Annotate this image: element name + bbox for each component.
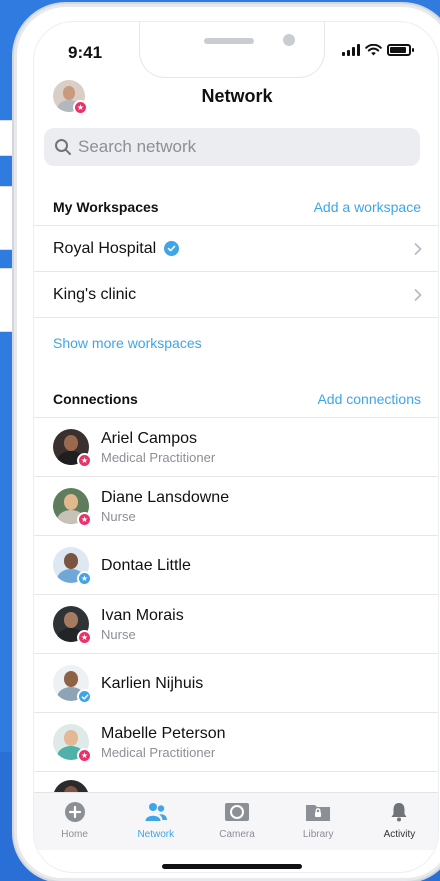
status-icons	[342, 44, 414, 56]
show-more-workspaces-link[interactable]: Show more workspaces	[53, 335, 202, 351]
tab-activity[interactable]: Activity	[359, 793, 438, 850]
workspace-row-kings-clinic[interactable]: King's clinic	[34, 272, 438, 318]
workspaces-label: My Workspaces	[53, 198, 159, 215]
search-icon	[55, 139, 71, 155]
connection-row[interactable]: ★ Ariel Campos Medical Practitioner	[34, 418, 438, 477]
avatar: ★	[53, 547, 92, 586]
plus-circle-icon	[64, 802, 85, 822]
workspaces-header: My Workspaces Add a workspace	[34, 188, 438, 226]
people-icon	[145, 803, 167, 821]
bell-icon	[391, 803, 407, 822]
wifi-icon	[365, 44, 382, 56]
star-badge-icon: ★	[77, 512, 92, 527]
connections-header: Connections Add connections	[34, 380, 438, 418]
connection-name: Mabelle Peterson	[101, 724, 226, 742]
connection-text: Dontae Little	[101, 557, 191, 575]
connections-label: Connections	[53, 390, 138, 407]
connection-role: Nurse	[101, 626, 136, 642]
connection-name: Karlien Nijhuis	[101, 675, 204, 692]
speaker-grille	[204, 38, 254, 44]
signal-icon	[342, 44, 360, 56]
tab-camera[interactable]: Camera	[196, 793, 277, 850]
search-bar[interactable]	[44, 128, 420, 166]
connection-text: Karlien Nijhuis	[101, 675, 203, 693]
home-indicator	[162, 864, 302, 869]
tab-bar: Home Network Camera Library Activity	[34, 792, 438, 850]
star-badge-icon: ★	[77, 453, 92, 468]
connection-row[interactable]: ★ Ivan Morais Nurse	[34, 595, 438, 654]
add-connections-link[interactable]: Add connections	[317, 391, 421, 407]
connection-row[interactable]: ★ Diane Lansdowne Nurse	[34, 477, 438, 536]
tab-label: Network	[137, 829, 175, 840]
connection-row[interactable]: Karlien Nijhuis	[34, 654, 438, 713]
connection-text: Mabelle Peterson Medical Practitioner	[101, 725, 226, 760]
verified-check-icon	[77, 689, 92, 704]
avatar: ★	[53, 488, 92, 527]
app-screen: 9:41 ★ Network Search network My Workspa…	[33, 21, 439, 873]
chevron-right-icon	[414, 242, 422, 255]
star-badge-icon: ★	[77, 630, 92, 645]
tab-network[interactable]: Network	[115, 793, 196, 850]
folder-lock-icon	[306, 805, 331, 821]
page-title: Network	[201, 86, 273, 106]
tab-label: Camera	[219, 829, 255, 840]
status-time: 9:41	[68, 43, 103, 62]
connection-row[interactable]: ★ Mabelle Peterson Medical Practitioner	[34, 713, 438, 772]
tab-library[interactable]: Library	[278, 793, 359, 850]
avatar	[53, 665, 92, 704]
tab-label: Home	[61, 829, 88, 840]
star-badge-icon: ★	[77, 571, 92, 586]
connection-name: Dontae Little	[101, 557, 191, 574]
connection-name: Ariel Campos	[101, 429, 198, 447]
tab-label: Activity	[383, 829, 416, 840]
front-camera	[283, 34, 295, 46]
connection-text: Ivan Morais Nurse	[101, 607, 184, 642]
device-notch	[139, 22, 325, 78]
connection-name: Diane Lansdowne	[101, 488, 230, 506]
avatar: ★	[53, 429, 92, 468]
connection-role: Nurse	[101, 508, 136, 524]
camera-icon	[225, 803, 249, 821]
connection-role: Medical Practitioner	[101, 449, 216, 465]
star-badge-icon: ★	[77, 748, 92, 763]
connection-text: Diane Lansdowne Nurse	[101, 489, 229, 524]
workspace-row-royal-hospital[interactable]: Royal Hospital	[34, 226, 438, 272]
workspace-name: Royal Hospital	[53, 239, 157, 257]
battery-icon	[387, 44, 414, 56]
workspace-name: King's clinic	[53, 285, 137, 303]
verified-check-icon	[164, 241, 180, 256]
connection-name: Ivan Morais	[101, 606, 184, 624]
connection-text: Ariel Campos Medical Practitioner	[101, 430, 215, 465]
tab-label: Library	[302, 829, 334, 840]
search-input[interactable]	[78, 137, 398, 157]
avatar: ★	[53, 606, 92, 645]
connection-role: Medical Practitioner	[101, 744, 216, 760]
connection-row[interactable]: ★ Dontae Little	[34, 536, 438, 595]
tab-home[interactable]: Home	[34, 793, 115, 850]
phone-frame: 9:41 ★ Network Search network My Workspa…	[14, 4, 440, 881]
chevron-right-icon	[414, 288, 422, 301]
avatar: ★	[53, 724, 92, 763]
add-workspace-link[interactable]: Add a workspace	[314, 199, 421, 215]
